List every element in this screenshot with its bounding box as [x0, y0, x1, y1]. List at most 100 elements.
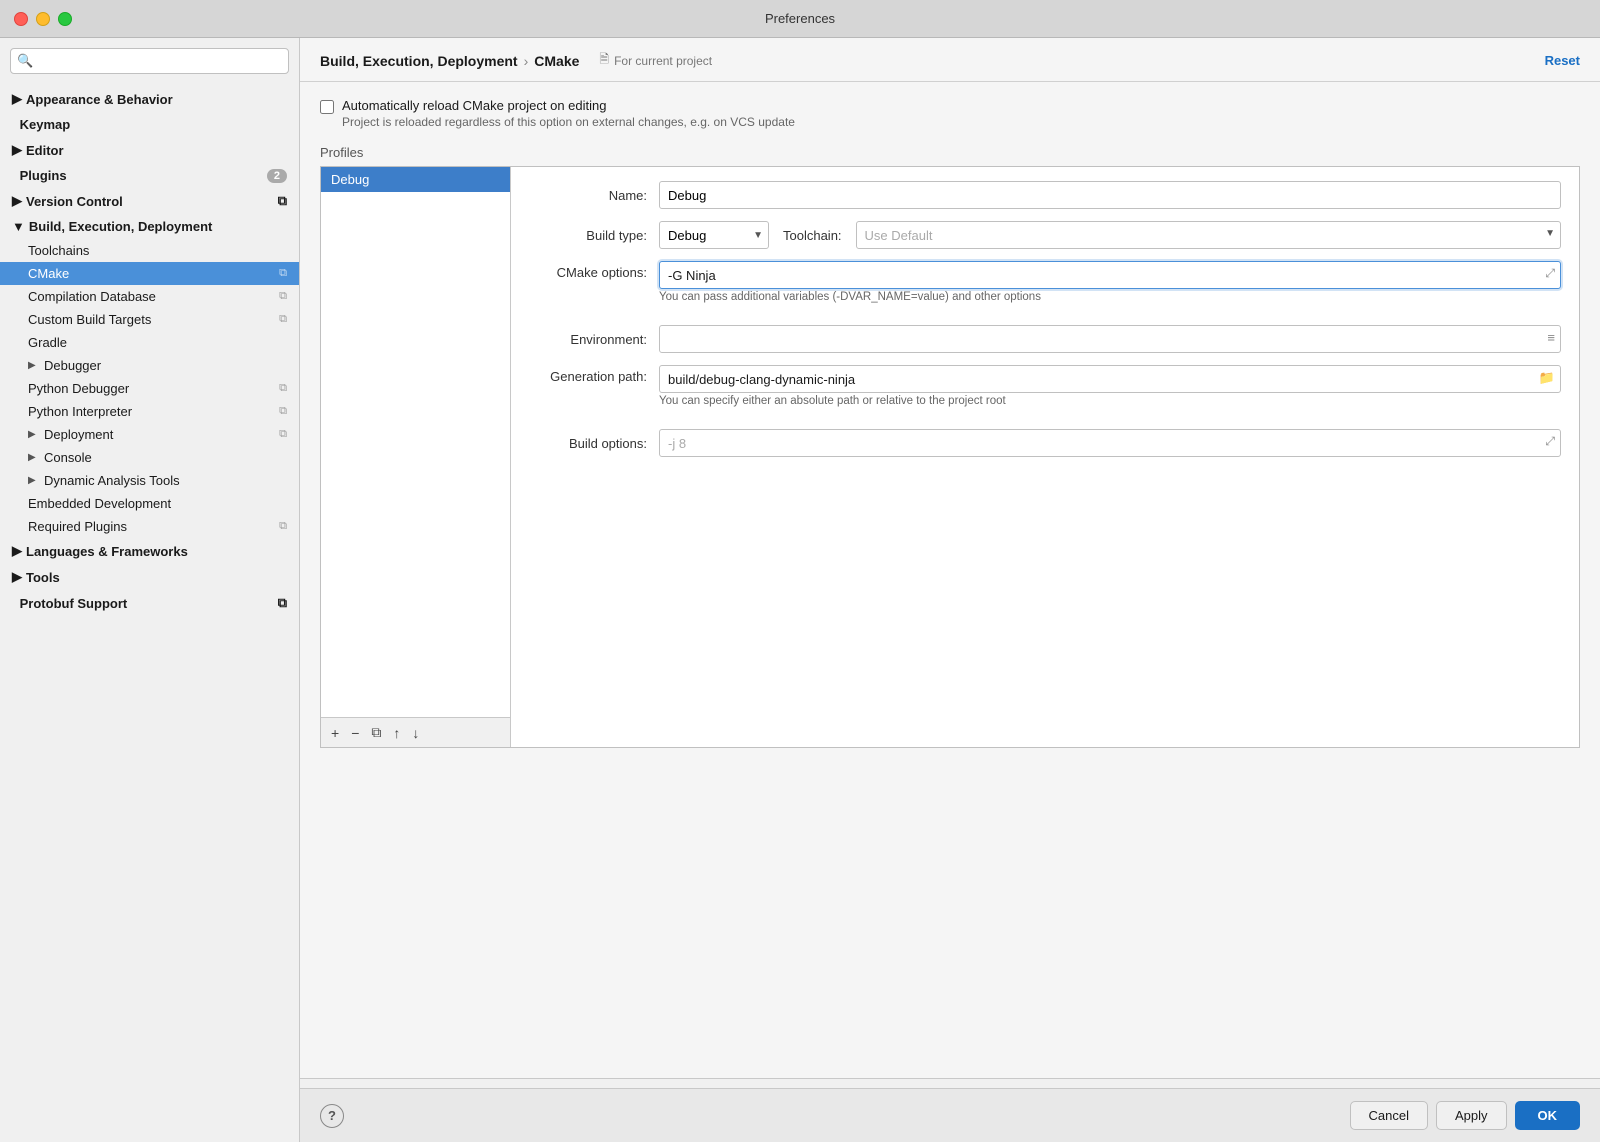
cmake-options-container: ⤢ You can pass additional variables (-DV…: [659, 261, 1561, 313]
for-project: 🗎 For current project: [599, 50, 712, 71]
sidebar-item-dynamic-analysis-tools[interactable]: ▶ Dynamic Analysis Tools: [0, 469, 299, 492]
folder-icon: 📁: [1539, 370, 1555, 386]
sidebar-tree: ▶ Appearance & Behavior Keymap ▶ Editor …: [0, 82, 299, 1142]
generation-path-input[interactable]: [659, 365, 1561, 393]
build-type-row: Build type: Debug ▼ Toolchain:: [529, 221, 1561, 249]
sidebar-item-label: Python Debugger: [28, 381, 129, 396]
chevron-right-icon: ▶: [12, 569, 22, 585]
sidebar-item-deployment[interactable]: ▶ Deployment ⧉: [0, 423, 299, 446]
cmake-options-wrapper: ⤢: [659, 261, 1561, 289]
build-opts-wrapper: ⤢: [659, 429, 1561, 457]
sidebar-item-protobuf-support[interactable]: Protobuf Support ⧉: [0, 590, 299, 616]
environment-row: Environment: ≡: [529, 325, 1561, 353]
sidebar-item-languages-frameworks[interactable]: ▶ Languages & Frameworks: [0, 538, 299, 564]
close-button[interactable]: [14, 12, 28, 26]
sidebar-item-editor[interactable]: ▶ Editor: [0, 137, 299, 163]
content-body: Automatically reload CMake project on ed…: [300, 82, 1600, 1078]
build-options-input[interactable]: [659, 429, 1561, 457]
search-box[interactable]: 🔍: [10, 48, 289, 74]
chevron-right-icon: ▶: [12, 543, 22, 559]
window-controls: [14, 12, 72, 26]
sidebar-item-plugins[interactable]: Plugins 2: [0, 163, 299, 188]
sidebar-item-python-interpreter[interactable]: Python Interpreter ⧉: [0, 400, 299, 423]
sidebar-item-label: Deployment: [44, 427, 113, 442]
sidebar-item-debugger[interactable]: ▶ Debugger: [0, 354, 299, 377]
auto-reload-label: Automatically reload CMake project on ed…: [342, 98, 795, 113]
chevron-right-icon: ▶: [12, 91, 22, 107]
sidebar-item-compilation-db[interactable]: Compilation Database ⧉: [0, 285, 299, 308]
cmake-options-row: CMake options: ⤢ You can pass additional…: [529, 261, 1561, 313]
cmake-options-input[interactable]: [659, 261, 1561, 289]
environment-input[interactable]: [659, 325, 1561, 353]
sidebar-item-label: Console: [44, 450, 92, 465]
copy-icon: ⧉: [278, 595, 287, 611]
copy-icon: ⧉: [279, 405, 287, 418]
environment-label: Environment:: [529, 332, 659, 347]
sidebar-item-gradle[interactable]: Gradle: [0, 331, 299, 354]
sidebar: 🔍 ▶ Appearance & Behavior Keymap ▶ Edito…: [0, 38, 300, 1142]
move-down-button[interactable]: ↓: [408, 722, 423, 743]
copy-icon: ⧉: [279, 290, 287, 303]
sidebar-item-build-exec-deploy[interactable]: ▼ Build, Execution, Deployment: [0, 214, 299, 239]
copy-icon: ⧉: [279, 382, 287, 395]
cmake-options-label: CMake options:: [529, 261, 659, 280]
sidebar-item-label: Editor: [26, 143, 64, 158]
chevron-right-icon: ▶: [12, 142, 22, 158]
content-area: Build, Execution, Deployment › CMake 🗎 F…: [300, 38, 1600, 1142]
env-wrapper: ≡: [659, 325, 1561, 353]
sidebar-item-cmake[interactable]: CMake ⧉: [0, 262, 299, 285]
edit-icon: ≡: [1547, 330, 1555, 345]
sidebar-item-tools[interactable]: ▶ Tools: [0, 564, 299, 590]
sidebar-item-label: Plugins: [20, 168, 67, 183]
cancel-button[interactable]: Cancel: [1350, 1101, 1428, 1130]
maximize-button[interactable]: [58, 12, 72, 26]
copy-profile-button[interactable]: ⧉: [367, 722, 385, 743]
gen-path-container: 📁 You can specify either an absolute pat…: [659, 365, 1561, 417]
reset-button[interactable]: Reset: [1545, 53, 1580, 68]
copy-icon: ⧉: [279, 267, 287, 280]
profiles-toolbar: + − ⧉ ↑ ↓: [321, 717, 510, 747]
toolchain-select[interactable]: Use Default: [856, 221, 1561, 249]
sidebar-item-python-debugger[interactable]: Python Debugger ⧉: [0, 377, 299, 400]
sidebar-item-keymap[interactable]: Keymap: [0, 112, 299, 137]
sidebar-item-label: Compilation Database: [28, 289, 156, 304]
name-input[interactable]: [659, 181, 1561, 209]
profiles-container: Debug + − ⧉ ↑ ↓ Name:: [320, 166, 1580, 748]
bottom-bar: ? Cancel Apply OK: [300, 1088, 1600, 1142]
sidebar-item-appearance[interactable]: ▶ Appearance & Behavior: [0, 86, 299, 112]
auto-reload-checkbox[interactable]: [320, 100, 334, 114]
search-input[interactable]: [10, 48, 289, 74]
content-header: Build, Execution, Deployment › CMake 🗎 F…: [300, 38, 1600, 82]
sidebar-item-console[interactable]: ▶ Console: [0, 446, 299, 469]
for-project-label: For current project: [614, 54, 712, 68]
horizontal-scrollbar[interactable]: [300, 1078, 1600, 1088]
remove-profile-button[interactable]: −: [347, 722, 363, 743]
generation-path-row: Generation path: 📁 You can specify eithe…: [529, 365, 1561, 417]
sidebar-item-required-plugins[interactable]: Required Plugins ⧉: [0, 515, 299, 538]
sidebar-item-toolchains[interactable]: Toolchains: [0, 239, 299, 262]
auto-reload-row: Automatically reload CMake project on ed…: [320, 98, 1580, 129]
sidebar-item-custom-build-targets[interactable]: Custom Build Targets ⧉: [0, 308, 299, 331]
sidebar-item-embedded-development[interactable]: Embedded Development: [0, 492, 299, 515]
sidebar-item-label: Debugger: [44, 358, 101, 373]
copy-icon: ⧉: [278, 193, 287, 209]
chevron-right-icon: ▶: [28, 452, 40, 463]
sidebar-item-label: Embedded Development: [28, 496, 171, 511]
sidebar-item-label: Protobuf Support: [20, 596, 128, 611]
auto-reload-hint: Project is reloaded regardless of this o…: [342, 115, 795, 129]
profile-item-debug[interactable]: Debug: [321, 167, 510, 192]
help-button[interactable]: ?: [320, 1104, 344, 1128]
build-options-label: Build options:: [529, 436, 659, 451]
minimize-button[interactable]: [36, 12, 50, 26]
copy-icon: ⧉: [279, 428, 287, 441]
build-type-select[interactable]: Debug: [659, 221, 769, 249]
expand-icon: ⤢: [1545, 266, 1555, 281]
add-profile-button[interactable]: +: [327, 722, 343, 743]
sidebar-item-version-control[interactable]: ▶ Version Control ⧉: [0, 188, 299, 214]
form-area: Name: Build type: Debug ▼: [511, 167, 1579, 747]
ok-button[interactable]: OK: [1515, 1101, 1581, 1130]
chevron-right-icon: ▶: [12, 193, 22, 209]
move-up-button[interactable]: ↑: [389, 722, 404, 743]
apply-button[interactable]: Apply: [1436, 1101, 1507, 1130]
profile-item-label: Debug: [331, 172, 369, 187]
